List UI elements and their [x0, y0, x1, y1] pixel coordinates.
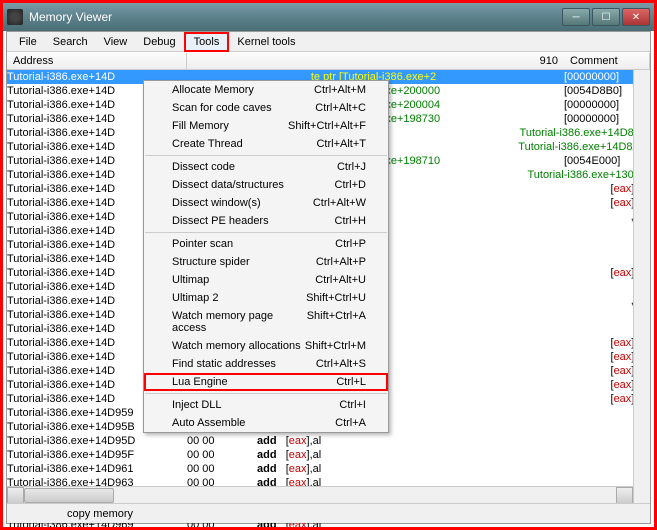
bytes-cell: 00 00	[187, 462, 257, 476]
menu-item-dissect-pe-headers[interactable]: Dissect PE headersCtrl+H	[144, 212, 388, 230]
horizontal-scrollbar[interactable]	[7, 486, 633, 503]
disasm-row[interactable]: Tutorial-i386.exe+14D95D00 00add [eax],a…	[7, 434, 650, 448]
address-cell: Tutorial-i386.exe+14D95D	[7, 434, 187, 448]
operand: Tutorial-i386.exe+14D890	[520, 126, 646, 140]
menu-item-watch-memory-allocations[interactable]: Watch memory allocationsShift+Ctrl+M	[144, 337, 388, 355]
menu-separator	[145, 155, 387, 156]
bytes-cell: 00 00	[187, 434, 257, 448]
menu-separator	[145, 232, 387, 233]
scroll-thumb[interactable]	[24, 488, 114, 503]
menu-item-find-static-addresses[interactable]: Find static addressesCtrl+Alt+S	[144, 355, 388, 373]
operand: Tutorial-i386.exe+13050	[527, 168, 646, 182]
titlebar[interactable]: Memory Viewer ─ ☐ ✕	[3, 3, 654, 31]
mnemonic: add	[257, 434, 286, 448]
window-buttons: ─ ☐ ✕	[562, 8, 650, 26]
menu-item-auto-assemble[interactable]: Auto AssembleCtrl+A	[144, 414, 388, 432]
mnemonic: add	[257, 462, 286, 476]
operand: [eax],al	[286, 448, 322, 462]
menu-separator	[145, 393, 387, 394]
menu-item-dissect-data-structures[interactable]: Dissect data/structuresCtrl+D	[144, 176, 388, 194]
content-area: FileSearchViewDebugToolsKernel tools Add…	[6, 31, 651, 524]
menu-item-pointer-scan[interactable]: Pointer scanCtrl+P	[144, 235, 388, 253]
vertical-scrollbar[interactable]	[633, 70, 650, 503]
app-icon	[7, 9, 23, 25]
header-topright: 910	[534, 53, 564, 69]
header-address[interactable]: Address	[7, 53, 187, 69]
disasm-row[interactable]: Tutorial-i386.exe+14D95F00 00add [eax],a…	[7, 448, 650, 462]
column-headers: Address 910 Comment	[7, 52, 650, 70]
operand: [eax],al	[286, 462, 322, 476]
menu-item-watch-memory-page-access[interactable]: Watch memory page accessShift+Ctrl+A	[144, 307, 388, 337]
menu-item-fill-memory[interactable]: Fill MemoryShift+Ctrl+Alt+F	[144, 117, 388, 135]
menu-item-ultimap[interactable]: UltimapCtrl+Alt+U	[144, 271, 388, 289]
menubar[interactable]: FileSearchViewDebugToolsKernel tools	[7, 32, 650, 52]
minimize-button[interactable]: ─	[562, 8, 590, 26]
close-button[interactable]: ✕	[622, 8, 650, 26]
menu-item-create-thread[interactable]: Create ThreadCtrl+Alt+T	[144, 135, 388, 153]
menu-file[interactable]: File	[11, 34, 45, 50]
memory-viewer-window: Memory Viewer ─ ☐ ✕ FileSearchViewDebugT…	[0, 0, 657, 530]
bytes-cell: 00 00	[187, 448, 257, 462]
menu-item-structure-spider[interactable]: Structure spiderCtrl+Alt+P	[144, 253, 388, 271]
menu-item-scan-for-code-caves[interactable]: Scan for code cavesCtrl+Alt+C	[144, 99, 388, 117]
menu-item-dissect-window-s-[interactable]: Dissect window(s)Ctrl+Alt+W	[144, 194, 388, 212]
window-title: Memory Viewer	[29, 10, 562, 24]
disasm-row[interactable]: Tutorial-i386.exe+14D96100 00add [eax],a…	[7, 462, 650, 476]
statusbar: copy memory	[7, 503, 650, 523]
address-cell: Tutorial-i386.exe+14D95F	[7, 448, 187, 462]
menu-item-inject-dll[interactable]: Inject DLLCtrl+I	[144, 396, 388, 414]
maximize-button[interactable]: ☐	[592, 8, 620, 26]
address-cell: Tutorial-i386.exe+14D961	[7, 462, 187, 476]
menu-item-lua-engine[interactable]: Lua EngineCtrl+L	[144, 373, 388, 391]
scroll-left-arrow-icon[interactable]	[7, 487, 24, 504]
menu-kernel-tools[interactable]: Kernel tools	[229, 34, 303, 50]
menu-tools[interactable]: Tools	[184, 32, 230, 52]
header-comment[interactable]: Comment	[564, 53, 650, 69]
menu-view[interactable]: View	[96, 34, 136, 50]
menu-item-allocate-memory[interactable]: Allocate MemoryCtrl+Alt+M	[144, 81, 388, 99]
tools-menu[interactable]: Allocate MemoryCtrl+Alt+MScan for code c…	[143, 80, 389, 433]
menu-item-ultimap-2[interactable]: Ultimap 2Shift+Ctrl+U	[144, 289, 388, 307]
menu-debug[interactable]: Debug	[135, 34, 183, 50]
mnemonic: add	[257, 448, 286, 462]
status-text: copy memory	[67, 508, 133, 520]
scroll-right-arrow-icon[interactable]	[616, 487, 633, 504]
operand: [eax],al	[286, 434, 322, 448]
menu-search[interactable]: Search	[45, 34, 96, 50]
menu-item-dissect-code[interactable]: Dissect codeCtrl+J	[144, 158, 388, 176]
operand: Tutorial-i386.exe+14D8A0	[518, 140, 646, 154]
